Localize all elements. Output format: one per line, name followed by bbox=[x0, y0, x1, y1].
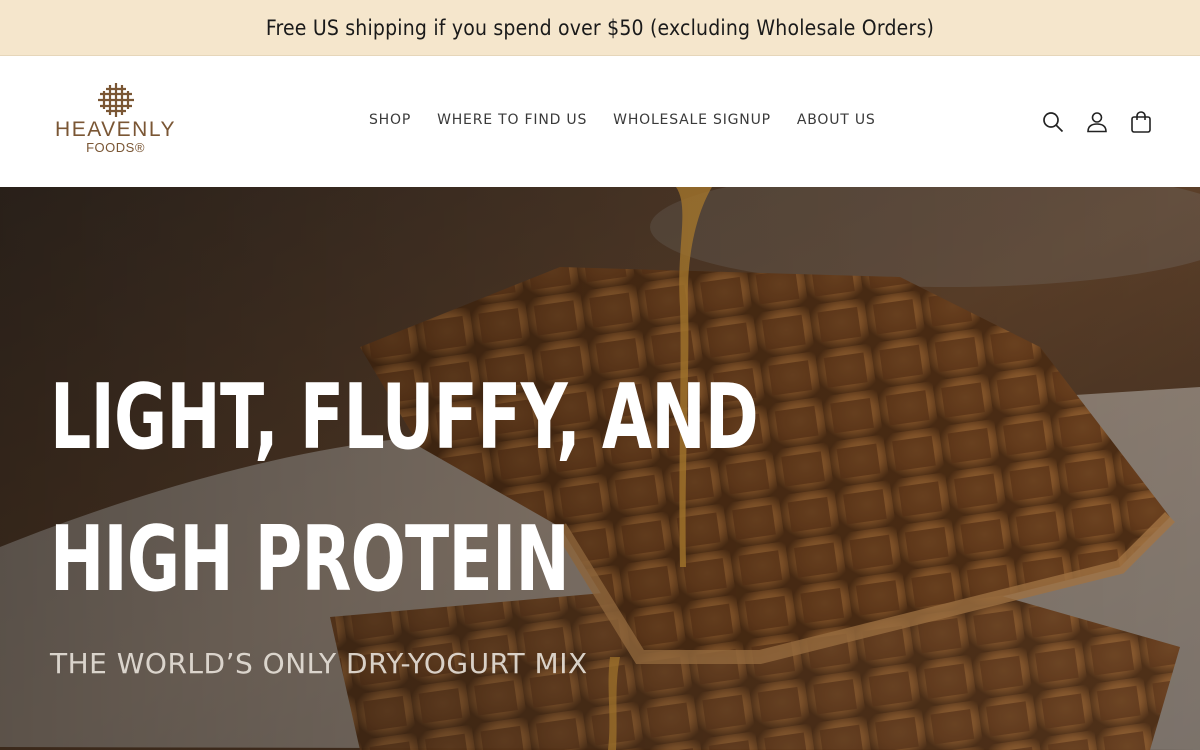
hero-subtitle: THE WORLD’S ONLY DRY-YOGURT MIX bbox=[50, 647, 588, 680]
logo-wordmark-foods: FOODS® bbox=[86, 140, 145, 155]
nav-item-about-us[interactable]: ABOUT US bbox=[784, 108, 889, 132]
hero-title-line-2: HIGH PROTEIN bbox=[50, 507, 570, 612]
hero-title: LIGHT, FLUFFY, AND HIGH PROTEIN bbox=[50, 347, 759, 631]
site-header: HEAVENLY FOODS® SHOP WHERE TO FIND US WH… bbox=[0, 57, 1200, 187]
nav-item-wholesale-signup[interactable]: WHOLESALE SIGNUP bbox=[600, 108, 784, 132]
announcement-bar: Free US shipping if you spend over $50 (… bbox=[0, 0, 1200, 56]
hero-banner: LIGHT, FLUFFY, AND HIGH PROTEIN THE WORL… bbox=[0, 187, 1200, 750]
nav-item-where-to-find-us[interactable]: WHERE TO FIND US bbox=[424, 108, 600, 132]
account-icon[interactable] bbox=[1084, 109, 1110, 135]
main-navigation: SHOP WHERE TO FIND US WHOLESALE SIGNUP A… bbox=[356, 108, 889, 132]
waffle-grid-logo-icon bbox=[97, 83, 134, 117]
header-icon-group bbox=[1040, 109, 1154, 135]
cart-icon[interactable] bbox=[1128, 109, 1154, 135]
logo-wordmark-heavenly: HEAVENLY bbox=[55, 118, 176, 141]
nav-item-shop[interactable]: SHOP bbox=[356, 108, 424, 132]
hero-title-line-1: LIGHT, FLUFFY, AND bbox=[50, 365, 759, 470]
search-icon[interactable] bbox=[1040, 109, 1066, 135]
brand-logo[interactable]: HEAVENLY FOODS® bbox=[48, 83, 183, 163]
announcement-text: Free US shipping if you spend over $50 (… bbox=[265, 15, 935, 40]
